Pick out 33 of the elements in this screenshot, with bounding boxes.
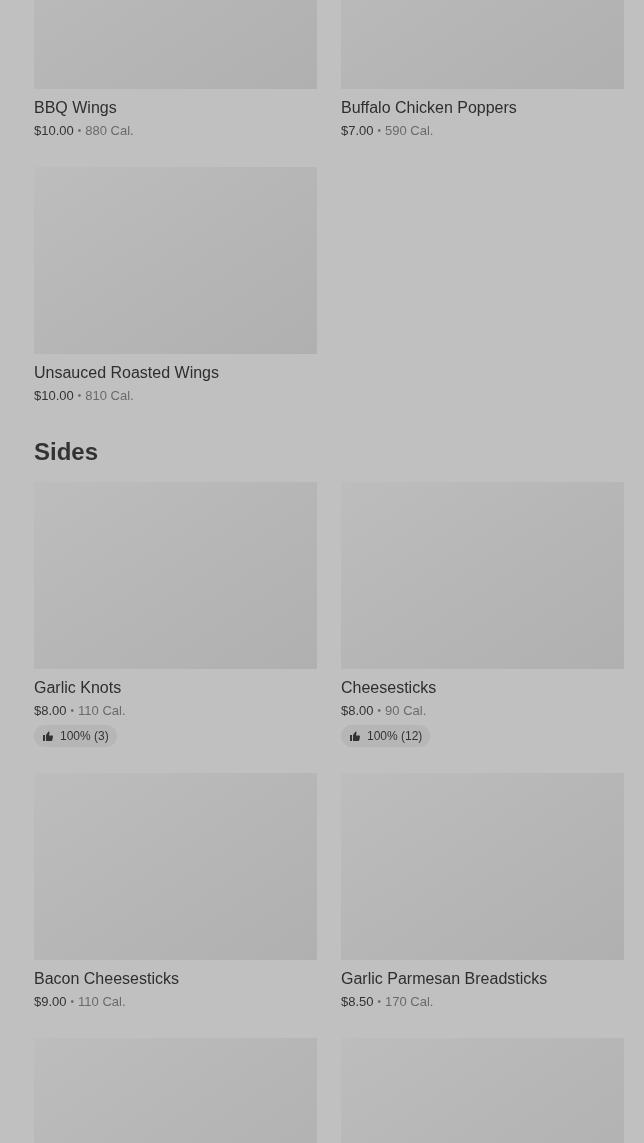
item-price: $8.00 [341, 702, 374, 720]
rating-badge: 100% (3) [34, 725, 117, 747]
item-price: $10.00 [34, 122, 74, 140]
separator-dot: • [77, 124, 82, 138]
item-calories: 170 Cal. [385, 993, 434, 1011]
item-calories: 590 Cal. [385, 122, 434, 140]
rating-badge: 100% (12) [341, 725, 431, 747]
separator-dot: • [70, 704, 75, 718]
separator-dot: • [77, 389, 82, 403]
item-name: BBQ Wings [34, 98, 118, 118]
item-name: Buffalo Chicken Poppers [341, 98, 518, 118]
item-name: Cheesesticks [341, 678, 438, 698]
item-calories: 810 Cal. [85, 387, 134, 405]
item-price: $8.50 [341, 993, 374, 1011]
separator-dot: • [70, 995, 75, 1009]
item-name: Bacon Cheesesticks [34, 969, 180, 989]
thumbs-up-icon [42, 730, 54, 742]
separator-dot: • [377, 704, 382, 718]
item-price: $7.00 [341, 122, 374, 140]
item-calories: 90 Cal. [385, 702, 427, 720]
thumbs-up-icon [349, 730, 361, 742]
item-price: $10.00 [34, 387, 74, 405]
item-price: $8.00 [34, 702, 67, 720]
item-name: Garlic Knots [34, 678, 123, 698]
item-price: $9.00 [34, 993, 67, 1011]
item-name: Unsauced Roasted Wings [34, 363, 220, 383]
item-name: Garlic Parmesan Breadsticks [341, 969, 549, 989]
section-heading: Sides [34, 437, 100, 467]
item-calories: 880 Cal. [85, 122, 134, 140]
separator-dot: • [377, 124, 382, 138]
separator-dot: • [377, 995, 382, 1009]
item-calories: 110 Cal. [78, 993, 126, 1011]
item-calories: 110 Cal. [78, 702, 126, 720]
